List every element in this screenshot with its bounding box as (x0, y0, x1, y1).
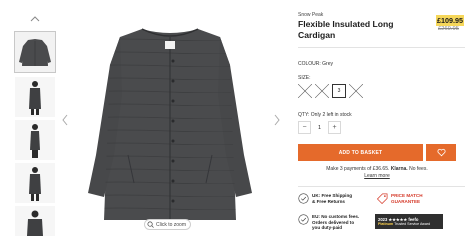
divider (298, 47, 465, 48)
size-option-unavailable[interactable] (349, 84, 363, 98)
thumbnail-3[interactable] (15, 120, 55, 160)
size-option-selected[interactable]: 3 (332, 84, 346, 98)
product-title: Flexible Insulated Long Cardigan (298, 19, 394, 40)
unavailable-cross-icon (298, 84, 312, 98)
model-side-thumb (15, 120, 55, 160)
eu-line-1: EU: No customs fees. (312, 214, 360, 219)
size-option-label: 3 (337, 88, 341, 94)
klarna-suffix: No fees. (409, 166, 428, 172)
cardigan-flat-thumb (15, 32, 55, 72)
price-match-badge[interactable]: PRICE MATCH GUARANTEE (377, 193, 423, 204)
model-front-thumb (15, 77, 55, 117)
check-circle-icon (298, 193, 309, 204)
divider (298, 186, 465, 187)
quantity-stepper: − 1 + (298, 121, 341, 134)
shipping-line-2: & Free Returns (312, 198, 345, 204)
qty-label: QTY: Only 2 left in stock (298, 112, 352, 118)
thumbnail-5[interactable] (15, 206, 55, 236)
heart-icon (436, 148, 446, 157)
feefo-award-tier: Platinum (378, 222, 394, 226)
free-shipping-badge: UK: Free Shipping & Free Returns (298, 193, 352, 204)
original-price: £269.95 (438, 26, 459, 32)
sale-price: £109.95 (436, 15, 464, 26)
qty-increase-button[interactable]: + (328, 121, 341, 134)
brand-name[interactable]: Snow Peak (298, 12, 323, 18)
cardigan-illustration (88, 28, 252, 220)
klarna-learn-more-link[interactable]: Learn more (364, 173, 390, 179)
click-to-zoom-button[interactable]: Click to zoom (144, 219, 192, 230)
shipping-line-1: UK: Free Shipping (312, 193, 353, 198)
add-to-basket-button[interactable]: ADD TO BASKET (298, 144, 423, 161)
feefo-award-name: Trusted Service Award (394, 222, 431, 226)
size-option-unavailable[interactable] (298, 84, 312, 98)
chevron-right-icon[interactable] (272, 113, 282, 127)
zoom-icon (147, 221, 154, 228)
check-circle-icon (298, 214, 309, 225)
thumbnail-1[interactable] (14, 31, 56, 73)
size-selector: 3 (298, 84, 363, 98)
price-match-line-2: GUARANTEE (391, 198, 421, 204)
size-label: SIZE: (298, 75, 311, 81)
price-match-line-1: PRICE MATCH (391, 193, 423, 198)
main-product-image[interactable] (70, 15, 270, 233)
chevron-left-icon[interactable] (60, 113, 70, 127)
colour-label: COLOUR: Grey (298, 61, 334, 67)
unavailable-cross-icon (349, 84, 363, 98)
model-back-thumb (15, 163, 55, 203)
feefo-award-badge[interactable]: 2023 ★★★★★ feefo Platinum Trusted Servic… (375, 214, 443, 229)
eu-line-3: you duty-paid (312, 225, 343, 231)
qty-input[interactable]: 1 (311, 121, 328, 134)
eu-customs-badge: EU: No customs fees. Orders delivered to… (298, 214, 359, 231)
zoom-label: Click to zoom (156, 221, 187, 228)
thumbnail-4[interactable] (15, 163, 55, 203)
chevron-up-icon[interactable] (28, 14, 42, 24)
model-detail-thumb (15, 206, 55, 236)
feefo-award: Platinum Trusted Service Award (378, 222, 443, 226)
qty-decrease-button[interactable]: − (298, 121, 311, 134)
thumbnail-2[interactable] (15, 77, 55, 117)
wishlist-button[interactable] (426, 144, 456, 161)
klarna-prefix: Make 3 payments of £36.65. (326, 166, 390, 172)
unavailable-cross-icon (315, 84, 329, 98)
klarna-brand: Klarna. (390, 166, 408, 172)
price-tag-icon (377, 193, 388, 204)
klarna-message: Make 3 payments of £36.65. Klarna. No fe… (298, 166, 456, 180)
size-option-unavailable[interactable] (315, 84, 329, 98)
